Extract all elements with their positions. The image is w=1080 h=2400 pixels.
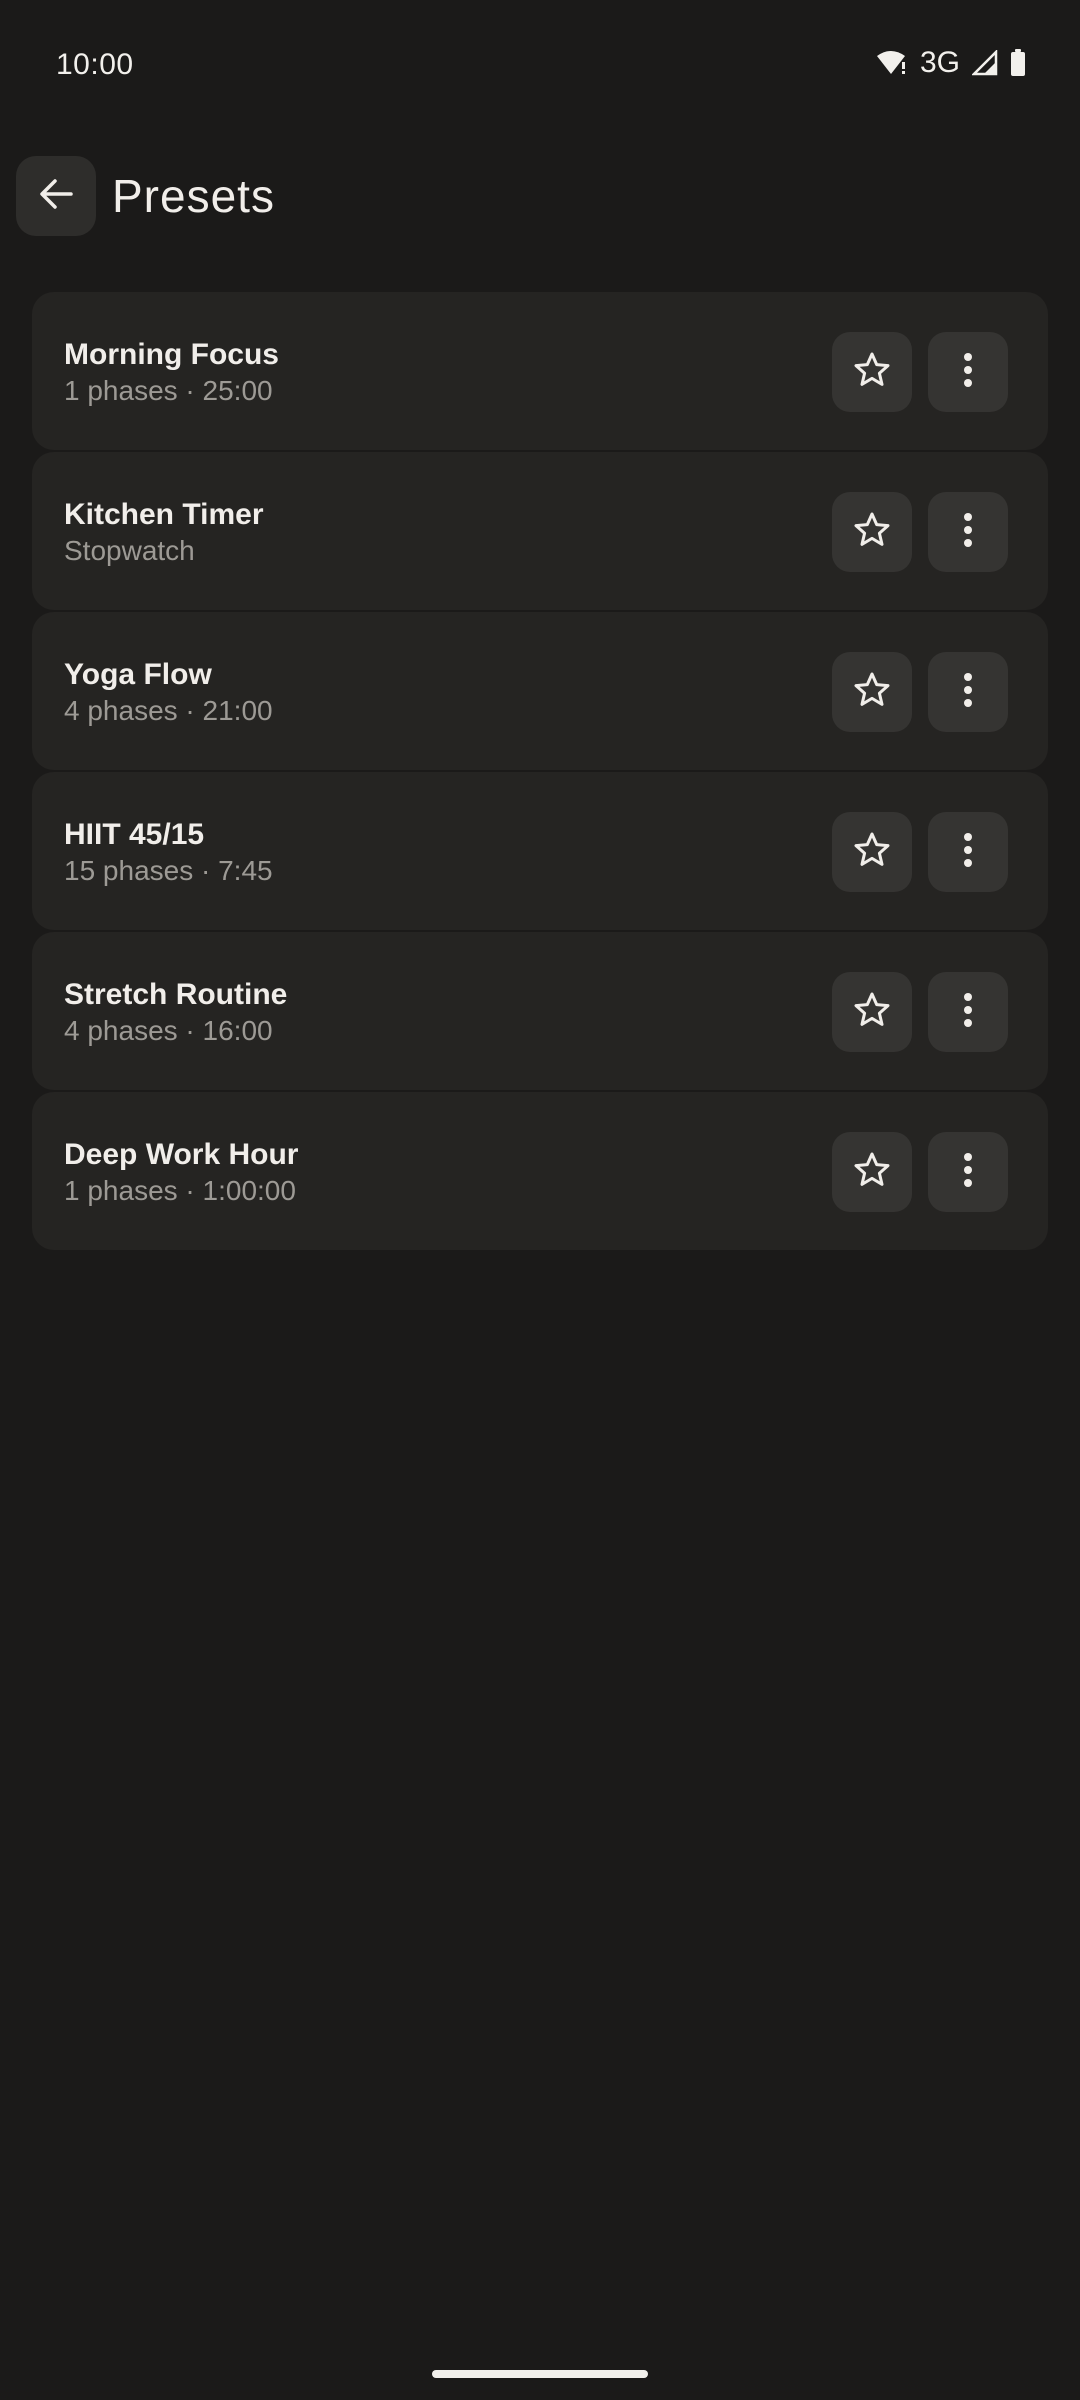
more-options-button[interactable] [928, 1132, 1008, 1212]
preset-meta: 4 phases · 21:00 [64, 695, 273, 726]
preset-actions [832, 652, 1008, 732]
star-icon [852, 350, 892, 395]
status-bar: 10:00 3G [0, 0, 1080, 130]
more-options-button[interactable] [928, 972, 1008, 1052]
preset-meta: 15 phases · 7:45 [64, 855, 273, 886]
preset-card[interactable]: Morning Focus 1 phases · 25:00 [32, 292, 1048, 450]
preset-actions [832, 332, 1008, 412]
preset-meta: 4 phases · 16:00 [64, 1015, 273, 1046]
favorite-button[interactable] [832, 1132, 912, 1212]
preset-card[interactable]: Yoga Flow 4 phases · 21:00 [32, 612, 1048, 770]
preset-card[interactable]: HIIT 45/15 15 phases · 7:45 [32, 772, 1048, 930]
more-vertical-icon [962, 832, 974, 873]
status-time: 10:00 [56, 48, 134, 81]
header: Presets [16, 156, 275, 236]
more-vertical-icon [962, 672, 974, 713]
favorite-button[interactable] [832, 652, 912, 732]
preset-text: Morning Focus 1 phases · 25:00 [64, 336, 279, 408]
preset-text: Kitchen Timer Stopwatch [64, 496, 264, 568]
star-icon [852, 990, 892, 1035]
back-button[interactable] [16, 156, 96, 236]
preset-actions [832, 812, 1008, 892]
preset-card[interactable]: Deep Work Hour 1 phases · 1:00:00 [32, 1092, 1048, 1250]
preset-text: Stretch Routine 4 phases · 16:00 [64, 976, 287, 1048]
more-options-button[interactable] [928, 812, 1008, 892]
page-title: Presets [112, 170, 275, 222]
battery-icon [1010, 49, 1026, 77]
more-vertical-icon [962, 1152, 974, 1193]
more-options-button[interactable] [928, 332, 1008, 412]
preset-meta: Stopwatch [64, 535, 195, 566]
preset-name: Stretch Routine [64, 978, 288, 1011]
arrow-left-icon [37, 175, 75, 218]
preset-text: Deep Work Hour 1 phases · 1:00:00 [64, 1136, 298, 1208]
favorite-button[interactable] [832, 332, 912, 412]
more-options-button[interactable] [928, 492, 1008, 572]
preset-meta: 1 phases · 25:00 [64, 375, 273, 406]
favorite-button[interactable] [832, 492, 912, 572]
favorite-button[interactable] [832, 972, 912, 1052]
wifi-alert-icon [876, 50, 908, 76]
more-options-button[interactable] [928, 652, 1008, 732]
preset-actions [832, 1132, 1008, 1212]
cell-signal-icon [972, 50, 998, 76]
preset-actions [832, 492, 1008, 572]
preset-meta: 1 phases · 1:00:00 [64, 1175, 296, 1206]
preset-list: Morning Focus 1 phases · 25:00 Kitchen T… [32, 292, 1048, 1252]
preset-name: Kitchen Timer [64, 498, 264, 531]
preset-name: Morning Focus [64, 338, 279, 371]
star-icon [852, 670, 892, 715]
more-vertical-icon [962, 512, 974, 553]
preset-name: Deep Work Hour [64, 1138, 299, 1171]
star-icon [852, 830, 892, 875]
star-icon [852, 1150, 892, 1195]
home-indicator[interactable] [432, 2370, 648, 2378]
favorite-button[interactable] [832, 812, 912, 892]
star-icon [852, 510, 892, 555]
preset-name: HIIT 45/15 [64, 818, 205, 851]
preset-card[interactable]: Kitchen Timer Stopwatch [32, 452, 1048, 610]
preset-actions [832, 972, 1008, 1052]
more-vertical-icon [962, 352, 974, 393]
preset-card[interactable]: Stretch Routine 4 phases · 16:00 [32, 932, 1048, 1090]
more-vertical-icon [962, 992, 974, 1033]
preset-name: Yoga Flow [64, 658, 212, 691]
preset-text: Yoga Flow 4 phases · 21:00 [64, 656, 273, 728]
network-type-label: 3G [919, 46, 960, 79]
preset-text: HIIT 45/15 15 phases · 7:45 [64, 816, 273, 888]
status-icons: 3G [876, 46, 1026, 80]
